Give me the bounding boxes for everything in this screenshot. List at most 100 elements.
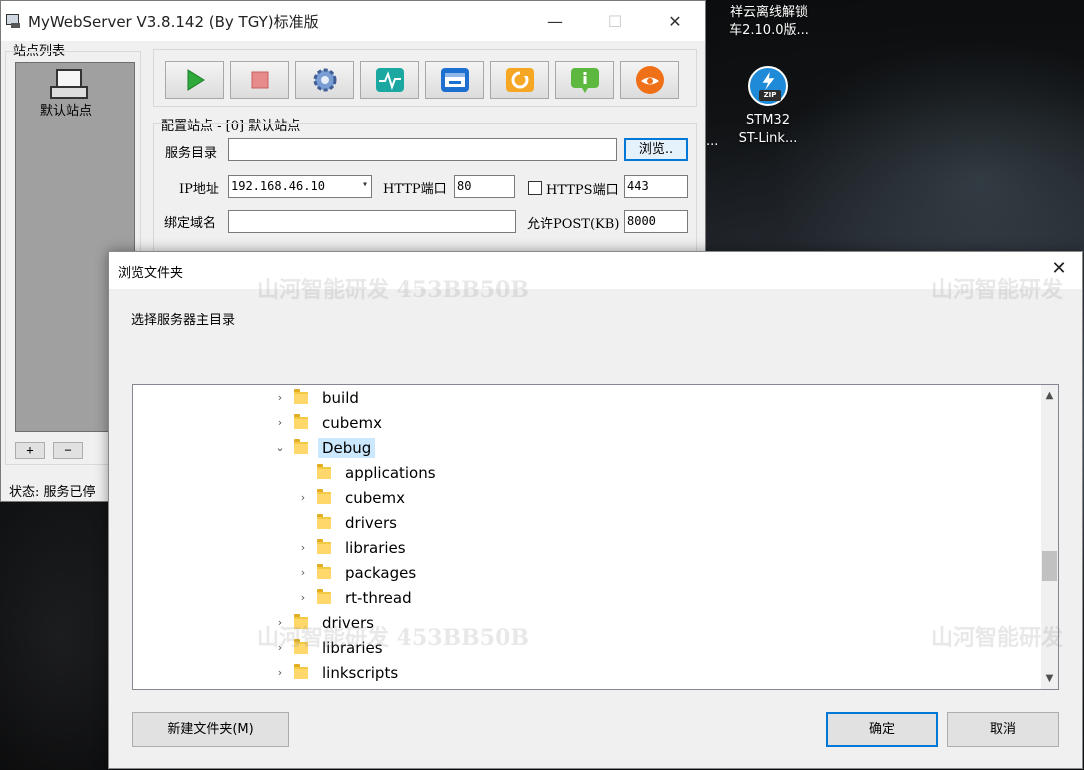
- window-button[interactable]: [425, 61, 484, 99]
- folder-tree-item[interactable]: applications: [295, 460, 440, 485]
- refresh-button[interactable]: [490, 61, 549, 99]
- desktop-icon-label: 祥云离线解锁 车2.10.0版...: [729, 5, 809, 38]
- start-server-button[interactable]: [165, 61, 224, 99]
- dialog-title-bar[interactable]: 浏览文件夹 ✕: [109, 252, 1082, 289]
- scroll-up-icon[interactable]: ▲: [1041, 387, 1058, 404]
- remove-site-button[interactable]: −: [53, 442, 83, 459]
- folder-icon: [294, 438, 308, 454]
- new-folder-button[interactable]: 新建文件夹(M): [132, 712, 289, 747]
- desktop-icon-label: STM32 ST-Link...: [738, 113, 798, 146]
- folder-icon: [317, 588, 331, 604]
- folder-name: applications: [345, 463, 436, 482]
- toolbar: [153, 49, 697, 107]
- folder-tree-item[interactable]: › rt-thread: [295, 585, 416, 610]
- folder-name: cubemx: [322, 413, 382, 432]
- zip-archive-icon: ZIP: [748, 66, 788, 106]
- folder-icon: [294, 613, 308, 629]
- folder-icon: [317, 513, 331, 529]
- pulse-monitor-icon: [375, 68, 404, 92]
- folder-icon: [294, 663, 308, 679]
- cancel-button[interactable]: 取消: [947, 712, 1059, 747]
- chevron-right-icon[interactable]: ›: [295, 591, 311, 604]
- folder-tree[interactable]: › build › cubemx ⌄ Debug applications › cubemx dr…: [132, 384, 1059, 690]
- folder-tree-item[interactable]: › cubemx: [272, 410, 386, 435]
- post-limit-input[interactable]: 8000: [624, 210, 688, 233]
- chevron-right-icon[interactable]: ›: [272, 416, 288, 429]
- dialog-close-icon[interactable]: ✕: [1048, 258, 1070, 279]
- stop-icon: [251, 71, 268, 89]
- folder-icon: [294, 638, 308, 654]
- app-computer-icon: [5, 13, 21, 29]
- folder-name: drivers: [345, 513, 397, 532]
- folder-name: build: [322, 388, 359, 407]
- maximize-button: ☐: [607, 11, 623, 31]
- chevron-down-icon: ▾: [361, 179, 368, 190]
- https-checkbox[interactable]: [528, 181, 542, 195]
- status-text: 状态: 服务已停: [9, 485, 96, 500]
- window-title: MyWebServer V3.8.142 (By TGY)标准版: [28, 12, 319, 31]
- scroll-down-icon[interactable]: ▼: [1041, 670, 1058, 687]
- gear-icon: [313, 68, 336, 92]
- https-port-input[interactable]: 443: [624, 175, 688, 198]
- chevron-right-icon[interactable]: ›: [295, 566, 311, 579]
- desktop-icon-stlink-zip[interactable]: ZIP STM32 ST-Link...: [720, 66, 816, 148]
- info-icon: [570, 68, 599, 93]
- dialog-title: 浏览文件夹: [118, 266, 184, 281]
- http-port-input[interactable]: 80: [454, 175, 515, 198]
- tree-scrollbar[interactable]: ▲ ▼: [1041, 385, 1058, 689]
- folder-icon: [294, 413, 308, 429]
- folder-name: linkscripts: [322, 663, 399, 682]
- window-card-icon: [440, 68, 469, 92]
- folder-tree-item[interactable]: › libraries: [272, 635, 387, 660]
- folder-tree-item[interactable]: › packages: [295, 560, 420, 585]
- folder-tree-item[interactable]: ⌄ Debug: [272, 435, 376, 460]
- settings-button[interactable]: [295, 61, 354, 99]
- http-port-label: HTTP端口: [383, 182, 447, 197]
- folder-icon: [317, 563, 331, 579]
- https-port-label: HTTPS端口: [546, 183, 619, 198]
- folder-name: rt-thread: [345, 588, 412, 607]
- refresh-icon: [505, 68, 534, 92]
- folder-tree-item[interactable]: › drivers: [272, 610, 378, 635]
- ip-label: IP地址: [179, 182, 219, 197]
- folder-icon: [294, 388, 308, 404]
- domain-input[interactable]: [228, 210, 516, 233]
- folder-icon: [317, 463, 331, 479]
- folder-tree-item[interactable]: › cubemx: [295, 485, 409, 510]
- chevron-right-icon[interactable]: ›: [272, 391, 288, 404]
- close-button[interactable]: ✕: [645, 1, 705, 41]
- orange-logo-icon: [635, 66, 664, 94]
- chevron-right-icon[interactable]: ›: [272, 616, 288, 629]
- scroll-thumb[interactable]: [1042, 551, 1057, 581]
- folder-name: drivers: [322, 613, 374, 632]
- title-bar[interactable]: MyWebServer V3.8.142 (By TGY)标准版 — ☐ ✕: [1, 1, 705, 41]
- browse-button[interactable]: 浏览..: [624, 138, 688, 161]
- domain-label: 绑定域名: [164, 216, 217, 231]
- site-list-item[interactable]: 默认站点: [28, 68, 104, 119]
- folder-tree-item[interactable]: drivers: [295, 510, 401, 535]
- monitor-button[interactable]: [360, 61, 419, 99]
- chevron-right-icon[interactable]: ›: [295, 491, 311, 504]
- chevron-down-icon[interactable]: ⌄: [272, 441, 288, 454]
- stop-server-button[interactable]: [230, 61, 289, 99]
- ip-address-select[interactable]: 192.168.46.10 ▾: [228, 175, 372, 198]
- desktop-ellipsis: ...: [706, 134, 719, 149]
- folder-name: cubemx: [345, 488, 405, 507]
- add-site-button[interactable]: +: [15, 442, 45, 459]
- play-icon: [187, 69, 205, 91]
- dialog-prompt: 选择服务器主目录: [131, 313, 236, 328]
- post-limit-label: 允许POST(KB): [527, 217, 620, 232]
- chevron-right-icon[interactable]: ›: [272, 641, 288, 654]
- info-button[interactable]: [555, 61, 614, 99]
- chevron-right-icon[interactable]: ›: [272, 666, 288, 679]
- chevron-right-icon[interactable]: ›: [295, 541, 311, 554]
- folder-tree-item[interactable]: › build: [272, 385, 363, 410]
- folder-tree-item[interactable]: › linkscripts: [272, 660, 402, 685]
- folder-name: Debug: [318, 437, 376, 458]
- desktop-icon-unlock-tool[interactable]: 祥云离线解锁 车2.10.0版...: [721, 4, 817, 40]
- minimize-button[interactable]: —: [525, 1, 585, 41]
- folder-tree-item[interactable]: › libraries: [295, 535, 410, 560]
- ok-button[interactable]: 确定: [826, 712, 938, 747]
- service-dir-input[interactable]: [228, 138, 617, 161]
- about-button[interactable]: [620, 61, 679, 99]
